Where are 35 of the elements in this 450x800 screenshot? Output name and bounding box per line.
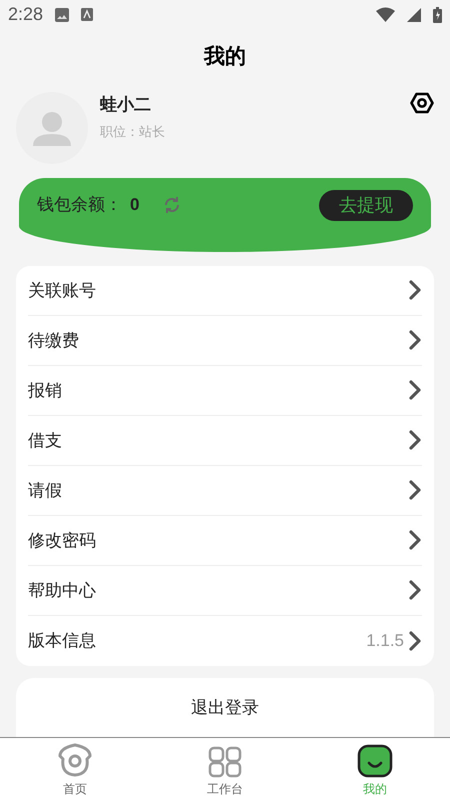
chevron-right-icon <box>408 380 422 400</box>
user-position: 职位：站长 <box>100 122 165 141</box>
grid-icon <box>208 746 242 778</box>
withdraw-button[interactable]: 去提现 <box>319 190 413 222</box>
version-number: 1.1.5 <box>366 630 404 652</box>
smile-face-icon <box>357 744 393 778</box>
chevron-right-icon <box>408 430 422 450</box>
menu-item[interactable]: 版本信息 1.1.5 <box>28 616 422 666</box>
home-icon <box>56 742 94 778</box>
menu-item[interactable]: 待缴费 <box>28 316 422 366</box>
battery-icon <box>433 6 442 23</box>
logout-button[interactable]: 退出登录 <box>191 696 259 720</box>
menu-item[interactable]: 帮助中心 <box>28 566 422 616</box>
wallet-balance: 0 <box>130 194 140 216</box>
image-icon <box>55 8 70 22</box>
page-title: 我的 <box>204 44 246 70</box>
status-time: 2:28 <box>8 3 44 26</box>
chevron-right-icon <box>408 530 422 550</box>
menu-item[interactable]: 请假 <box>28 466 422 516</box>
chevron-right-icon <box>408 480 422 500</box>
chevron-right-icon <box>408 630 422 651</box>
menu-item[interactable]: 借支 <box>28 416 422 466</box>
wifi-icon <box>376 7 395 22</box>
signal-icon <box>407 8 421 22</box>
tab-item[interactable]: 首页 <box>0 738 150 800</box>
user-name: 蛙小二 <box>100 94 152 116</box>
chevron-right-icon <box>408 580 422 600</box>
tab-item[interactable]: 工作台 <box>150 738 300 800</box>
menu-item[interactable]: 修改密码 <box>28 516 422 566</box>
chevron-right-icon <box>408 280 422 300</box>
chevron-right-icon <box>408 330 422 350</box>
settings-icon[interactable] <box>410 92 434 114</box>
menu-item[interactable]: 报销 <box>28 366 422 416</box>
wallet-label: 钱包余额： <box>37 194 122 216</box>
menu-item[interactable]: 关联账号 <box>28 266 422 316</box>
